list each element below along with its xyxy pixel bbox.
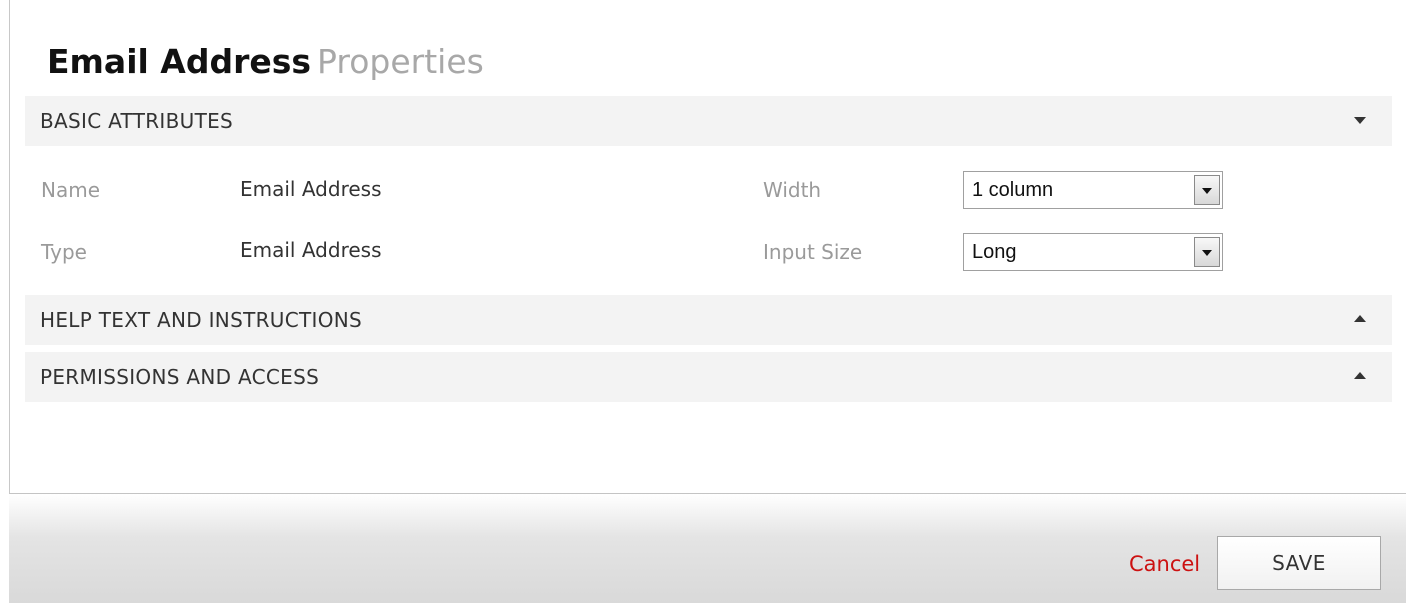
save-button[interactable]: SAVE xyxy=(1217,536,1381,590)
dialog-title: Email Address Properties xyxy=(47,40,484,84)
caret-down-icon[interactable] xyxy=(1354,117,1366,124)
dialog-footer xyxy=(9,493,1406,603)
width-select[interactable]: 1 column xyxy=(963,171,1223,209)
type-value: Email Address xyxy=(240,238,382,262)
dropdown-arrow-icon xyxy=(1202,188,1212,194)
section-permissions-label: PERMISSIONS AND ACCESS xyxy=(40,365,320,389)
width-label: Width xyxy=(763,178,822,202)
width-select-value: 1 column xyxy=(972,179,1054,201)
input-size-select[interactable]: Long xyxy=(963,233,1223,271)
properties-subtitle: Properties xyxy=(317,42,484,81)
caret-up-icon[interactable] xyxy=(1354,315,1366,322)
properties-dialog: Email Address Properties BASIC ATTRIBUTES… xyxy=(0,0,1406,603)
type-label: Type xyxy=(41,240,87,264)
field-name-title: Email Address xyxy=(47,42,312,81)
input-size-select-value: Long xyxy=(972,241,1017,263)
input-size-dropdown-button[interactable] xyxy=(1194,237,1220,267)
section-permissions[interactable]: PERMISSIONS AND ACCESS xyxy=(25,352,1392,402)
caret-up-icon[interactable] xyxy=(1354,372,1366,379)
section-basic-attributes[interactable]: BASIC ATTRIBUTES xyxy=(25,96,1392,146)
width-dropdown-button[interactable] xyxy=(1194,175,1220,205)
input-size-label: Input Size xyxy=(763,240,863,264)
name-value: Email Address xyxy=(240,177,382,201)
name-label: Name xyxy=(41,178,101,202)
section-basic-attributes-label: BASIC ATTRIBUTES xyxy=(40,109,234,133)
dropdown-arrow-icon xyxy=(1202,250,1212,256)
section-help-text-label: HELP TEXT AND INSTRUCTIONS xyxy=(40,308,362,332)
cancel-link[interactable]: Cancel xyxy=(1129,552,1200,576)
section-help-text[interactable]: HELP TEXT AND INSTRUCTIONS xyxy=(25,295,1392,345)
